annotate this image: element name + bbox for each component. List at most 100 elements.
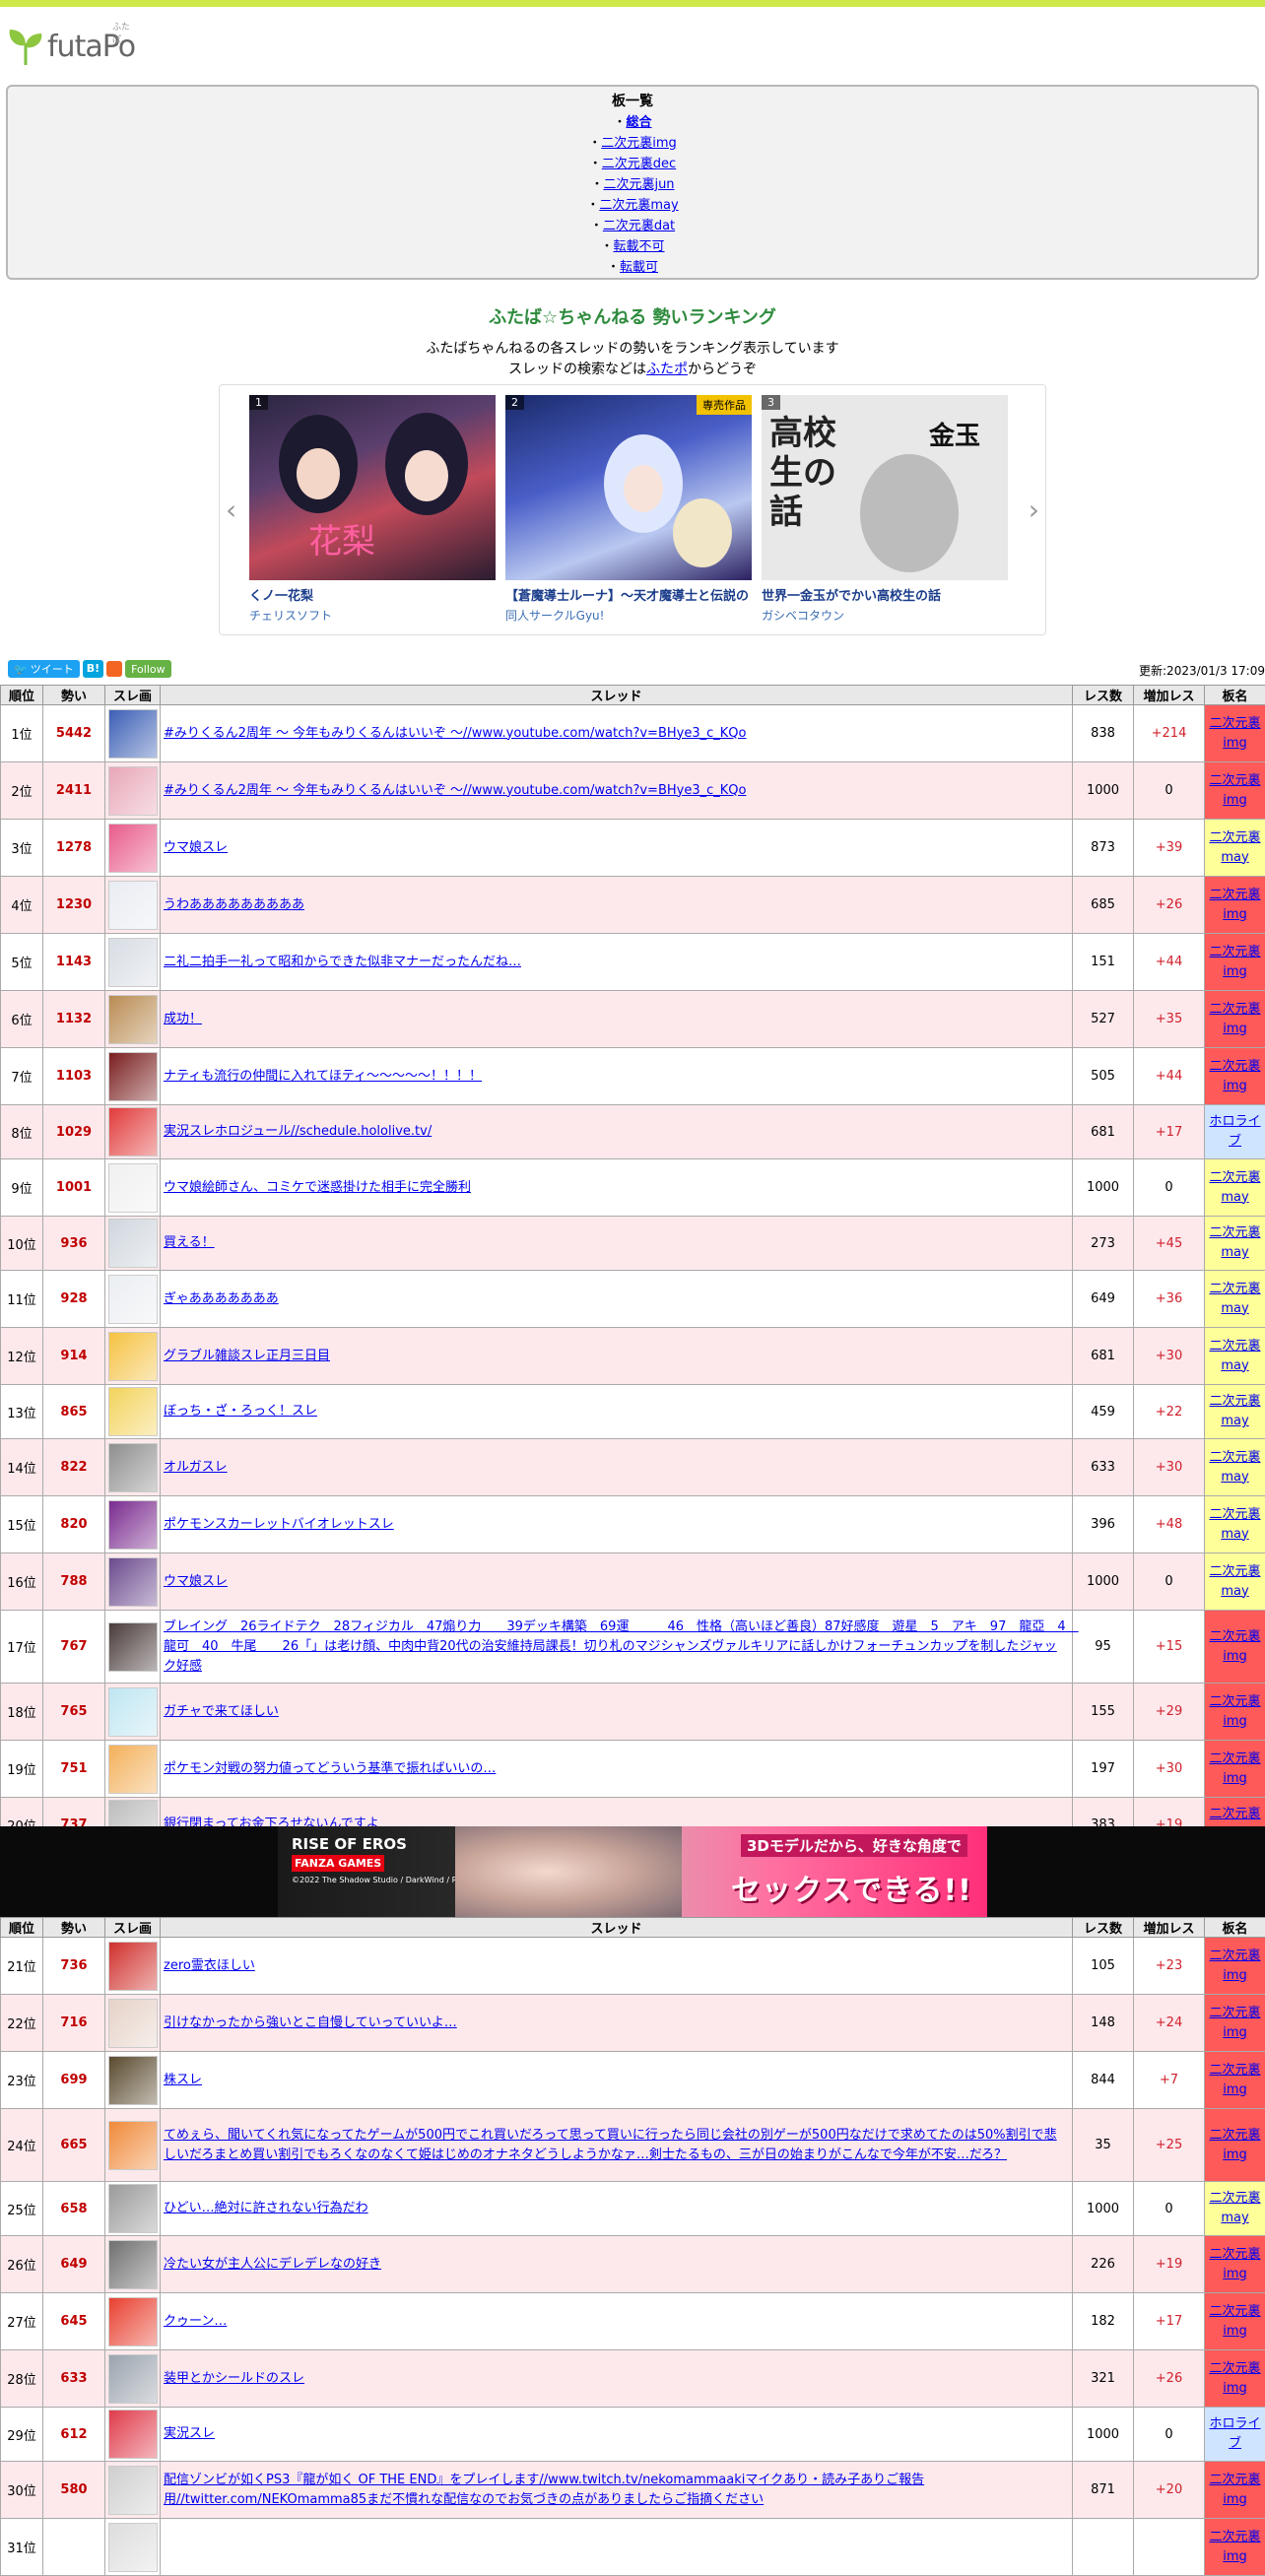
thread-link[interactable]: 装甲とかシールドのスレ: [164, 2371, 304, 2386]
board-link[interactable]: 二次元裏may: [1209, 1225, 1260, 1260]
thread-thumbnail[interactable]: [108, 1052, 158, 1101]
thread-link[interactable]: 買える！: [164, 1235, 215, 1250]
thread-image-cell[interactable]: [105, 762, 161, 820]
thread-link[interactable]: 二礼二拍手一礼って昭和からできた似非マナーだったんだね…: [164, 955, 521, 969]
thread-image-cell[interactable]: [105, 1385, 161, 1439]
thread-thumbnail[interactable]: [108, 2354, 158, 2404]
thread-link[interactable]: てめぇら、聞いてくれ気になってたゲームが500円でこれ買いだろって思って買いに行…: [164, 2128, 1057, 2162]
thread-link[interactable]: #みりくるん2周年 ～ 今年もみりくるんはいいぞ ～//www.youtube.…: [164, 783, 746, 798]
thread-thumbnail[interactable]: [108, 1332, 158, 1381]
board-link[interactable]: 二次元裏may: [1209, 1394, 1260, 1428]
board-link-sougou[interactable]: 総合: [627, 115, 652, 130]
board-link[interactable]: 二次元裏may: [1209, 1450, 1260, 1485]
slide-thumbnail[interactable]: 3 高校 生の 話 金玉: [762, 395, 1008, 580]
thread-image-cell[interactable]: [105, 2519, 161, 2576]
board-link[interactable]: 二次元裏img: [1209, 1002, 1260, 1036]
ad-creative[interactable]: RISE OF EROS FANZA GAMES ©2022 The Shado…: [278, 1826, 987, 1917]
board-link[interactable]: 二次元裏may: [1209, 1339, 1260, 1373]
thread-thumbnail[interactable]: [108, 995, 158, 1044]
board-link[interactable]: ホロライブ: [1209, 1114, 1260, 1149]
thread-link[interactable]: ポケモン対戦の努力値ってどういう基準で振ればいいの…: [164, 1761, 496, 1776]
board-link[interactable]: 二次元裏img: [1209, 2304, 1260, 2339]
thread-image-cell[interactable]: [105, 1159, 161, 1217]
thread-link[interactable]: うわあああああああああ: [164, 897, 304, 912]
thread-image-cell[interactable]: [105, 2350, 161, 2408]
board-link[interactable]: 二次元裏may: [1209, 2191, 1260, 2225]
slide-thumbnail[interactable]: 1 花梨: [249, 395, 496, 580]
thread-image-cell[interactable]: [105, 1439, 161, 1496]
thread-link[interactable]: グラブル雑談スレ正月三日目: [164, 1349, 330, 1363]
thread-image-cell[interactable]: [105, 1684, 161, 1741]
thread-image-cell[interactable]: [105, 1328, 161, 1385]
board-link-img[interactable]: 二次元裏img: [601, 136, 677, 151]
thread-link[interactable]: ナティも流行の仲間に入れてほティ〜〜〜〜〜！！！！: [164, 1069, 482, 1084]
thread-link[interactable]: 配信ゾンビが如くPS3『龍が如く OF THE END』をプレイします//www…: [164, 2473, 924, 2507]
thread-thumbnail[interactable]: [108, 881, 158, 930]
thread-link[interactable]: 実況スレ: [164, 2426, 215, 2441]
hatena-bookmark-button[interactable]: B!: [83, 660, 103, 678]
thread-link[interactable]: ウマ娘スレ: [164, 1574, 228, 1589]
thread-image-cell[interactable]: [105, 1271, 161, 1328]
thread-thumbnail[interactable]: [108, 1622, 158, 1672]
thread-image-cell[interactable]: [105, 2408, 161, 2462]
slide-circle[interactable]: ガシベコタウン: [762, 607, 1008, 624]
thread-link[interactable]: クゥーン…: [164, 2314, 227, 2329]
board-link[interactable]: 二次元裏img: [1209, 2063, 1260, 2097]
thread-thumbnail[interactable]: [108, 709, 158, 759]
board-link-tensai-ka[interactable]: 転載可: [620, 260, 658, 275]
thread-thumbnail[interactable]: [108, 2121, 158, 2170]
thread-image-cell[interactable]: [105, 1217, 161, 1271]
thread-thumbnail[interactable]: [108, 1387, 158, 1436]
thread-thumbnail[interactable]: [108, 2056, 158, 2105]
thread-link[interactable]: ぎゃあああああああ: [164, 1291, 279, 1306]
board-link[interactable]: 二次元裏img: [1209, 1629, 1260, 1664]
thread-image-cell[interactable]: [105, 1741, 161, 1798]
thread-link[interactable]: zero霊衣ほしい: [164, 1958, 255, 1973]
carousel-slide[interactable]: 3 高校 生の 話 金玉 世界一金玉がでかい高校生の話 ガシベコタウン: [762, 395, 1008, 624]
board-link[interactable]: 二次元裏may: [1209, 1282, 1260, 1316]
rss-icon[interactable]: [106, 661, 122, 677]
thread-link[interactable]: ポケモンスカーレットバイオレットスレ: [164, 1517, 394, 1532]
thread-thumbnail[interactable]: [108, 1999, 158, 2048]
thread-thumbnail[interactable]: [108, 1219, 158, 1268]
carousel-slide[interactable]: 1 花梨 くノ一花梨 チェリスソフト: [249, 395, 496, 624]
board-link[interactable]: 二次元裏img: [1209, 2006, 1260, 2040]
board-link[interactable]: 二次元裏img: [1209, 2361, 1260, 2396]
slide-circle[interactable]: 同人サークルGyu!: [505, 607, 752, 624]
board-link[interactable]: ホロライブ: [1209, 2416, 1260, 2451]
slide-title[interactable]: 世界一金玉がでかい高校生の話: [762, 585, 1008, 604]
thread-image-cell[interactable]: [105, 1105, 161, 1159]
thread-image-cell[interactable]: [105, 1553, 161, 1611]
thread-thumbnail[interactable]: [108, 1107, 158, 1156]
board-link[interactable]: 二次元裏img: [1209, 2247, 1260, 2281]
board-link[interactable]: 二次元裏img: [1209, 945, 1260, 979]
thread-image-cell[interactable]: [105, 820, 161, 877]
thread-link[interactable]: ひどい…絶対に許されない行為だわ: [164, 2201, 368, 2215]
thread-image-cell[interactable]: [105, 2182, 161, 2236]
thread-image-cell[interactable]: [105, 1611, 161, 1684]
thread-thumbnail[interactable]: [108, 1942, 158, 1991]
thread-link[interactable]: ぼっち・ざ・ろっく！スレ: [164, 1404, 317, 1419]
thread-image-cell[interactable]: [105, 1938, 161, 1995]
thread-link[interactable]: 株スレ: [164, 2073, 202, 2087]
thread-thumbnail[interactable]: [108, 1163, 158, 1213]
slide-circle[interactable]: チェリスソフト: [249, 607, 496, 624]
board-link[interactable]: 二次元裏img: [1209, 773, 1260, 808]
thread-thumbnail[interactable]: [108, 1687, 158, 1737]
thread-thumbnail[interactable]: [108, 1500, 158, 1550]
thread-image-cell[interactable]: [105, 2293, 161, 2350]
carousel-prev-chevron-icon[interactable]: ‹: [226, 494, 236, 526]
thread-thumbnail[interactable]: [108, 824, 158, 873]
slide-thumbnail[interactable]: 2 専売作品: [505, 395, 752, 580]
thread-link[interactable]: 引けなかったから強いとこ自慢していっていいよ…: [164, 2015, 457, 2030]
thread-image-cell[interactable]: [105, 877, 161, 934]
board-link[interactable]: 二次元裏img: [1209, 1694, 1260, 1729]
thread-thumbnail[interactable]: [108, 938, 158, 987]
thread-image-cell[interactable]: [105, 1995, 161, 2052]
thread-link[interactable]: 実況スレホロジュール//schedule.hololive.tv/: [164, 1124, 432, 1139]
slide-title[interactable]: くノ一花梨: [249, 585, 496, 604]
thread-link[interactable]: #みりくるん2周年 ～ 今年もみりくるんはいいぞ ～//www.youtube.…: [164, 726, 746, 741]
board-link[interactable]: 二次元裏img: [1209, 1059, 1260, 1093]
thread-image-cell[interactable]: [105, 2109, 161, 2182]
thread-thumbnail[interactable]: [108, 1557, 158, 1607]
